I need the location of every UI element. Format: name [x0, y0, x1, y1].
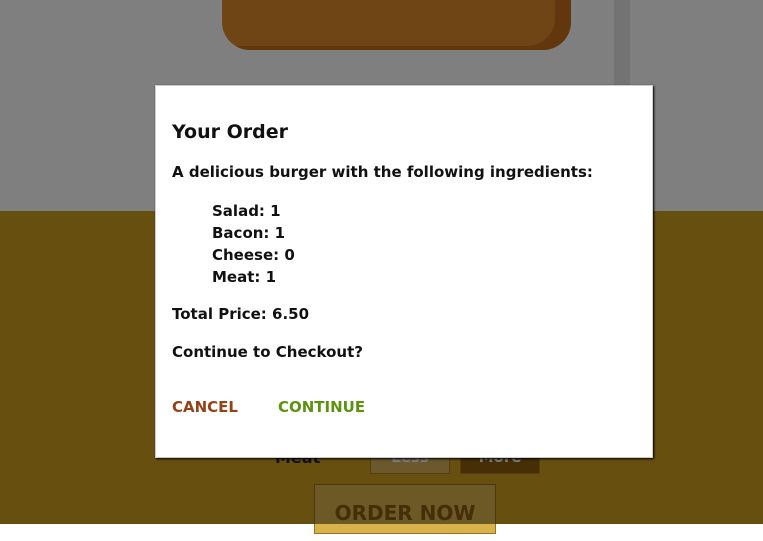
ingredient-item-cheese: Cheese: 0 — [212, 246, 295, 264]
checkout-question: Continue to Checkout? — [172, 343, 363, 361]
modal-actions: CANCEL CONTINUE — [172, 398, 636, 416]
order-summary-modal: Your Order A delicious burger with the f… — [155, 85, 653, 458]
ingredient-item-meat: Meat: 1 — [212, 268, 277, 286]
total-price: Total Price: 6.50 — [172, 305, 310, 323]
modal-title: Your Order — [172, 121, 288, 143]
ingredient-item-bacon: Bacon: 1 — [212, 224, 286, 242]
continue-button[interactable]: CONTINUE — [278, 398, 365, 416]
ingredient-item-salad: Salad: 1 — [212, 202, 281, 220]
order-description: A delicious burger with the following in… — [172, 163, 593, 181]
ingredient-list: Salad: 1 Bacon: 1 Cheese: 0 Meat: 1 — [172, 200, 636, 288]
cancel-button[interactable]: CANCEL — [172, 398, 238, 416]
